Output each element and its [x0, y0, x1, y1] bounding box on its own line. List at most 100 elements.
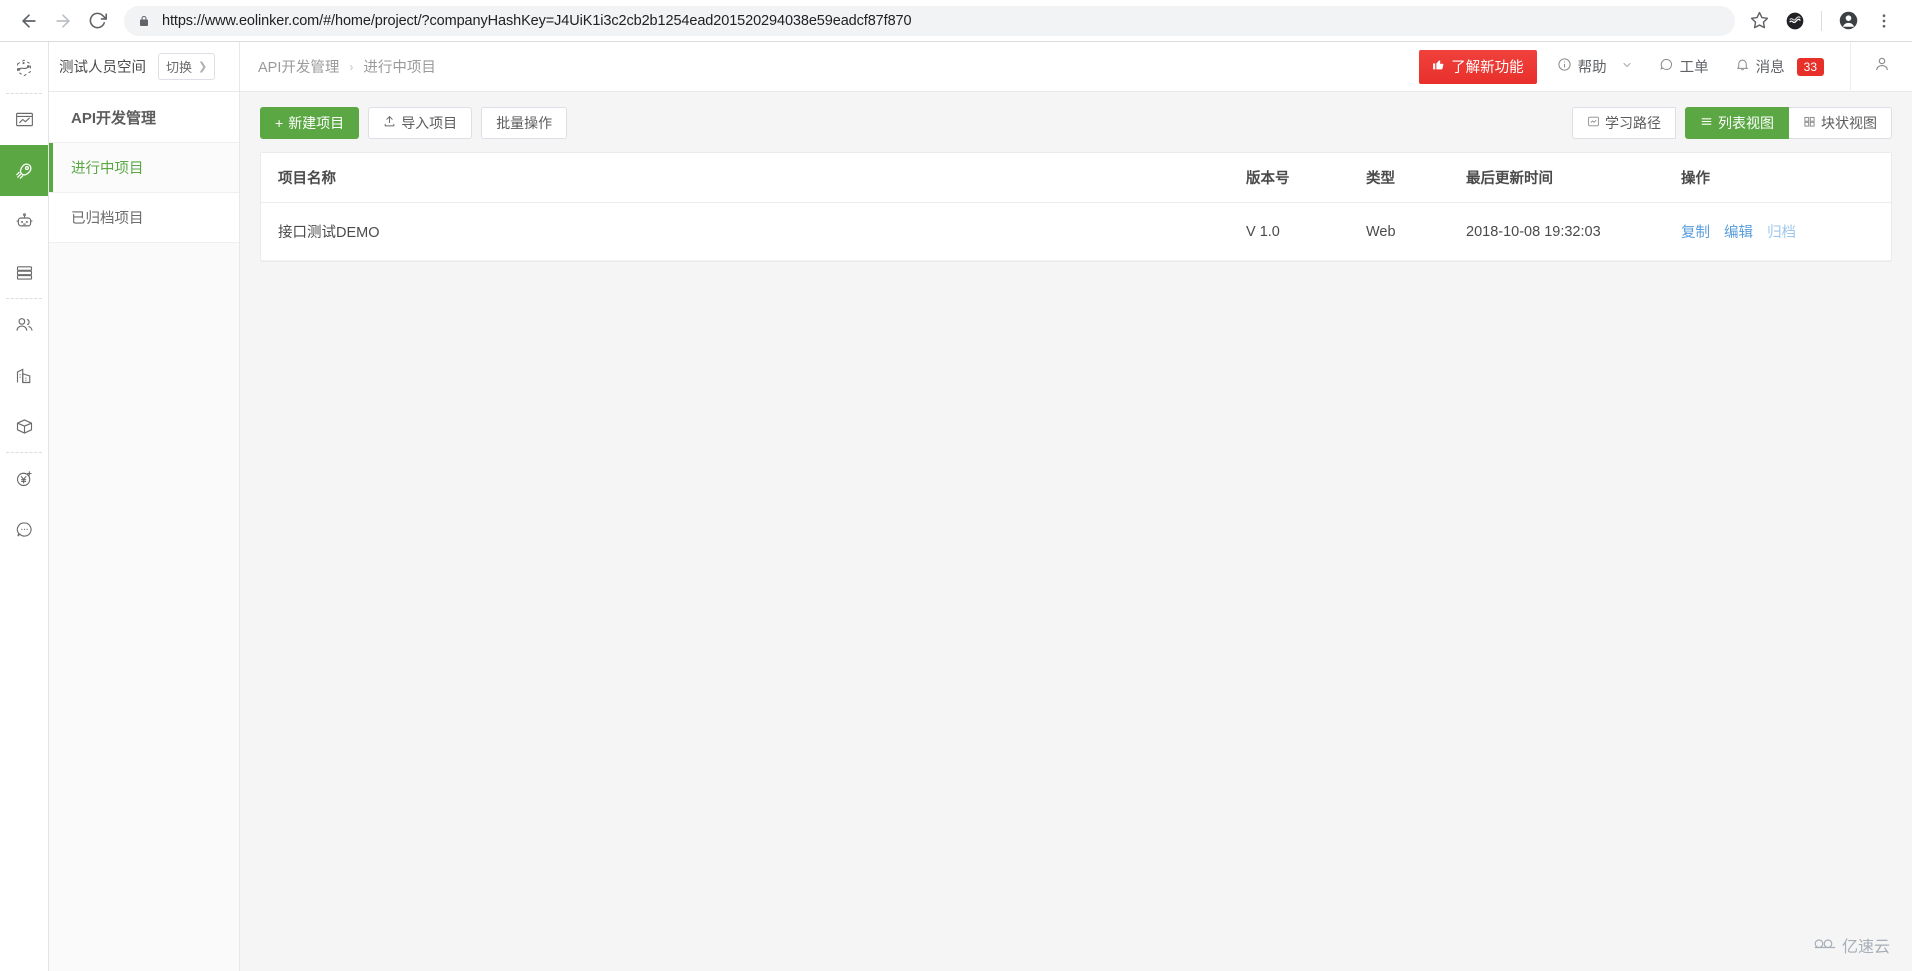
table-row[interactable]: 接口测试DEMO V 1.0 Web 2018-10-08 19:32:03 复…: [261, 202, 1891, 261]
rail-item-company[interactable]: [0, 350, 48, 401]
plus-icon: +: [275, 115, 284, 131]
new-feature-label: 了解新功能: [1451, 60, 1524, 76]
ticket-bubble-icon: [1659, 57, 1674, 76]
main-region: API开发管理 › 进行中项目 了解新功能 帮助 工单 消息 33 + 新建项目…: [240, 41, 1912, 971]
action-archive-link[interactable]: 归档: [1767, 225, 1796, 241]
import-project-label: 导入项目: [401, 115, 458, 131]
rail-item-resources[interactable]: [0, 401, 48, 452]
help-label: 帮助: [1577, 60, 1607, 76]
new-feature-button[interactable]: 了解新功能: [1419, 49, 1537, 84]
building-icon: [14, 365, 35, 386]
view-controls: 学习路径 列表视图 块状视图: [1572, 107, 1892, 139]
menu-icon[interactable]: [1868, 5, 1900, 37]
list-view-icon: [1700, 115, 1713, 131]
user-icon: [1873, 55, 1891, 78]
thumbs-up-icon: [1432, 58, 1445, 75]
list-view-button[interactable]: 列表视图: [1685, 107, 1789, 139]
content-area: + 新建项目 导入项目 批量操作 学习路径 列表视图 块状视图 项目名称 版本号…: [240, 92, 1912, 971]
yen-icon: [14, 468, 35, 489]
reload-icon[interactable]: [80, 4, 114, 38]
toolbar-divider: [1821, 10, 1822, 31]
profile-icon[interactable]: [1832, 5, 1864, 37]
rail-item-billing[interactable]: [0, 453, 48, 504]
learning-path-label: 学习路径: [1605, 115, 1661, 131]
bell-icon: [1735, 57, 1750, 76]
learning-path-icon: [1587, 115, 1600, 131]
rail-item-data-management[interactable]: [0, 247, 48, 298]
url-text: https://www.eolinker.com/#/home/project/…: [162, 12, 912, 29]
database-icon: [14, 262, 35, 283]
ticket-link[interactable]: 工单: [1659, 56, 1709, 77]
nav-panel-filler: [49, 243, 239, 971]
message-count-badge: 33: [1796, 57, 1824, 76]
learning-path-button[interactable]: 学习路径: [1572, 107, 1676, 139]
column-header-type[interactable]: 类型: [1366, 153, 1466, 203]
robot-icon: [14, 211, 35, 232]
workspace-switch-label: 切换: [166, 60, 193, 75]
cell-type: Web: [1366, 202, 1466, 261]
breadcrumb-current: 进行中项目: [363, 60, 436, 76]
batch-operation-button[interactable]: 批量操作: [481, 107, 568, 139]
cell-version: V 1.0: [1246, 202, 1366, 261]
rail-item-api-development[interactable]: [0, 145, 48, 196]
new-project-button[interactable]: + 新建项目: [260, 107, 360, 139]
users-icon: [14, 314, 35, 335]
sidebar-item-label: 进行中项目: [71, 161, 144, 177]
user-avatar-button[interactable]: [1850, 41, 1912, 92]
cell-project-name[interactable]: 接口测试DEMO: [261, 202, 1246, 261]
workspace-name: 测试人员空间: [59, 60, 146, 76]
box-icon: [14, 416, 35, 437]
rail-item-logo[interactable]: [0, 42, 48, 93]
block-view-label: 块状视图: [1821, 115, 1877, 131]
chrome-toolbar-icons: [1743, 5, 1900, 37]
help-menu[interactable]: 帮助: [1557, 56, 1633, 77]
block-view-button[interactable]: 块状视图: [1789, 107, 1892, 139]
application: 测试人员空间 切换 ❯ API开发管理 进行中项目 已归档项目 API开发管理 …: [0, 41, 1912, 971]
sidebar-item-ongoing-projects[interactable]: 进行中项目: [49, 143, 239, 193]
workspace-bar: 测试人员空间 切换 ❯: [49, 42, 239, 92]
message-link[interactable]: 消息 33: [1735, 56, 1824, 77]
rocket-icon: [13, 160, 35, 182]
rail-item-feedback[interactable]: [0, 504, 48, 555]
column-header-version[interactable]: 版本号: [1246, 153, 1366, 203]
cell-actions: 复制 编辑 归档: [1681, 202, 1891, 261]
workspace-switch-button[interactable]: 切换 ❯: [158, 53, 216, 80]
list-view-label: 列表视图: [1718, 115, 1774, 131]
back-icon[interactable]: [12, 4, 46, 38]
project-table-card: 项目名称 版本号 类型 最后更新时间 操作 接口测试DEMO V 1.0 Web: [260, 152, 1892, 262]
rail-item-api-monitor[interactable]: [0, 94, 48, 145]
rail-item-automated-test[interactable]: [0, 196, 48, 247]
cell-updated: 2018-10-08 19:32:03: [1466, 202, 1681, 261]
ticket-label: 工单: [1679, 60, 1709, 76]
table-header-row: 项目名称 版本号 类型 最后更新时间 操作: [261, 153, 1891, 203]
chat-icon: [14, 519, 35, 540]
column-header-name[interactable]: 项目名称: [261, 153, 1246, 203]
chevron-right-icon: ❯: [198, 61, 208, 73]
breadcrumb-root[interactable]: API开发管理: [258, 56, 339, 77]
rail-item-team-members[interactable]: [0, 299, 48, 350]
import-project-button[interactable]: 导入项目: [368, 107, 473, 139]
sidebar-item-archived-projects[interactable]: 已归档项目: [49, 193, 239, 243]
toolbar: + 新建项目 导入项目 批量操作 学习路径 列表视图 块状视图: [260, 107, 1892, 139]
column-header-actions: 操作: [1681, 153, 1891, 203]
address-bar[interactable]: https://www.eolinker.com/#/home/project/…: [124, 5, 1735, 36]
star-icon[interactable]: [1743, 5, 1775, 37]
extension-icon[interactable]: [1779, 5, 1811, 37]
project-nav-panel: 测试人员空间 切换 ❯ API开发管理 进行中项目 已归档项目: [49, 42, 240, 971]
browser-chrome: https://www.eolinker.com/#/home/project/…: [0, 0, 1912, 42]
sidebar-item-label: 已归档项目: [71, 211, 144, 227]
batch-operation-label: 批量操作: [496, 115, 553, 131]
logo-icon: [13, 57, 35, 79]
column-header-updated[interactable]: 最后更新时间: [1466, 153, 1681, 203]
chevron-down-icon: [1621, 59, 1633, 75]
action-copy-link[interactable]: 复制: [1681, 225, 1710, 241]
breadcrumb-separator-icon: ›: [349, 59, 354, 74]
forward-icon[interactable]: [46, 4, 80, 38]
cloud-icon: [1813, 935, 1837, 956]
watermark: 亿速云: [1813, 933, 1890, 957]
top-header-bar: API开发管理 › 进行中项目 了解新功能 帮助 工单 消息 33: [240, 41, 1912, 92]
action-edit-link[interactable]: 编辑: [1724, 225, 1753, 241]
new-project-label: 新建项目: [288, 115, 345, 131]
watermark-text: 亿速云: [1841, 939, 1890, 956]
message-label: 消息: [1755, 60, 1785, 76]
